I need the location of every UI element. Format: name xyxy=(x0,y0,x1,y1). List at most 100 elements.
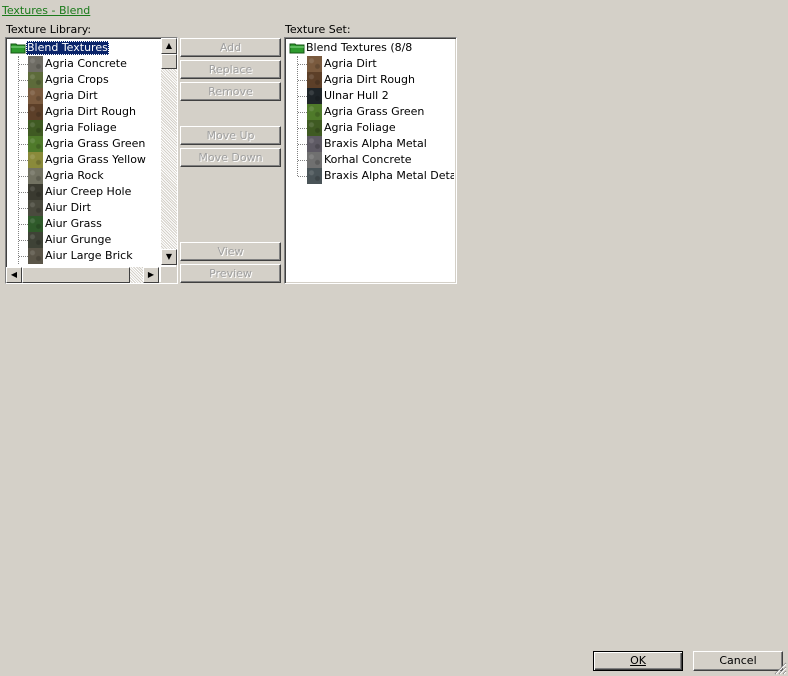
library-item-label: Aiur Grass xyxy=(45,217,102,230)
set-item-label: Braxis Alpha Metal Detail xyxy=(324,169,454,182)
set-item[interactable]: Braxis Alpha Metal Detail xyxy=(287,168,454,184)
tree-line xyxy=(19,96,28,97)
tree-line xyxy=(19,144,28,145)
set-item[interactable]: Ulnar Hull 2 xyxy=(287,88,454,104)
remove-button[interactable]: Remove xyxy=(180,82,281,101)
library-item-label: Agria Crops xyxy=(45,73,109,86)
tree-line xyxy=(19,192,28,193)
set-item-label: Agria Grass Green xyxy=(324,105,425,118)
texture-thumbnail-icon xyxy=(307,120,322,136)
library-item[interactable]: Agria Grass Green xyxy=(8,136,159,152)
texture-thumbnail-icon xyxy=(28,120,43,136)
title-link[interactable]: Textures - Blend xyxy=(2,4,90,17)
set-item[interactable]: Agria Foliage xyxy=(287,120,454,136)
tree-line xyxy=(298,160,307,161)
texture-thumbnail-icon xyxy=(307,168,322,184)
tree-line xyxy=(298,144,307,145)
library-item[interactable]: Agria Rock xyxy=(8,168,159,184)
library-item[interactable]: Agria Dirt xyxy=(8,88,159,104)
tree-line xyxy=(19,224,28,225)
library-item[interactable]: Agria Concrete xyxy=(8,56,159,72)
library-item[interactable]: Agria Dirt Rough xyxy=(8,104,159,120)
replace-button[interactable]: Replace xyxy=(180,60,281,79)
cancel-button[interactable]: Cancel xyxy=(693,651,783,671)
texture-thumbnail-icon xyxy=(28,200,43,216)
library-item[interactable]: Aiur Dirt xyxy=(8,200,159,216)
tree-line xyxy=(298,64,307,65)
library-item-label: Aiur Grunge xyxy=(45,233,112,246)
tree-line xyxy=(298,128,307,129)
set-item[interactable]: Braxis Alpha Metal xyxy=(287,136,454,152)
tree-line xyxy=(19,128,28,129)
library-item[interactable]: Agria Grass Yellow xyxy=(8,152,159,168)
arrow-right-icon[interactable]: ▶ xyxy=(143,267,159,283)
arrow-down-icon[interactable]: ▼ xyxy=(161,249,177,265)
texture-thumbnail-icon xyxy=(28,56,43,72)
texture-thumbnail-icon xyxy=(307,104,322,120)
library-item-label: Aiur Creep Hole xyxy=(45,185,132,198)
scrollbar-corner xyxy=(161,267,177,283)
library-item[interactable]: Aiur Large Brick xyxy=(8,248,159,264)
set-item[interactable]: Agria Grass Green xyxy=(287,104,454,120)
library-item[interactable]: Agria Crops xyxy=(8,72,159,88)
move-down-button[interactable]: Move Down xyxy=(180,148,281,167)
texture-thumbnail-icon xyxy=(307,56,322,72)
library-vscroll-thumb[interactable] xyxy=(161,54,177,69)
tree-line xyxy=(19,240,28,241)
library-item-label: Agria Foliage xyxy=(45,121,117,134)
resize-grip-icon[interactable] xyxy=(774,662,787,675)
tree-line xyxy=(298,96,307,97)
texture-library-tree[interactable]: Blend Textures Agria Concrete Agria Crops… xyxy=(5,37,178,284)
library-item[interactable]: Agria Foliage xyxy=(8,120,159,136)
set-item[interactable]: Agria Dirt xyxy=(287,56,454,72)
library-vertical-scrollbar[interactable]: ▲ ▼ xyxy=(161,38,177,265)
set-item[interactable]: Korhal Concrete xyxy=(287,152,454,168)
library-horizontal-scrollbar[interactable]: ◀ ▶ xyxy=(6,267,159,283)
library-root-label[interactable]: Blend Textures xyxy=(26,41,109,55)
texture-thumbnail-icon xyxy=(307,88,322,104)
set-item-label: Agria Dirt xyxy=(324,57,377,70)
arrow-up-icon[interactable]: ▲ xyxy=(161,38,177,54)
preview-button[interactable]: Preview xyxy=(180,264,281,283)
library-item-label: Agria Concrete xyxy=(45,57,127,70)
library-item-label: Agria Grass Green xyxy=(45,137,146,150)
texture-set-tree[interactable]: Blend Textures (8/8 Agria Dirt Agria Dirt… xyxy=(284,37,457,284)
arrow-left-icon[interactable]: ◀ xyxy=(6,267,22,283)
library-item[interactable]: Aiur Grass xyxy=(8,216,159,232)
texture-set-label: Texture Set: xyxy=(285,23,351,36)
tree-line xyxy=(298,176,307,177)
folder-icon xyxy=(289,43,305,54)
tree-line xyxy=(298,112,307,113)
library-item-label: Aiur Dirt xyxy=(45,201,91,214)
library-item-label: Agria Grass Yellow xyxy=(45,153,146,166)
texture-thumbnail-icon xyxy=(28,248,43,264)
library-item[interactable]: Aiur Grunge xyxy=(8,232,159,248)
tree-line xyxy=(19,208,28,209)
texture-thumbnail-icon xyxy=(28,232,43,248)
library-item-label: Aiur Large Brick xyxy=(45,249,133,262)
move-up-button[interactable]: Move Up xyxy=(180,126,281,145)
texture-thumbnail-icon xyxy=(28,184,43,200)
texture-library-label: Texture Library: xyxy=(6,23,92,36)
tree-line xyxy=(19,80,28,81)
library-item-label: Agria Dirt Rough xyxy=(45,105,136,118)
set-root-label[interactable]: Blend Textures (8/8 xyxy=(305,41,413,55)
add-button[interactable]: Add xyxy=(180,38,281,57)
texture-thumbnail-icon xyxy=(28,216,43,232)
texture-thumbnail-icon xyxy=(28,168,43,184)
set-item-label: Agria Dirt Rough xyxy=(324,73,415,86)
set-item[interactable]: Agria Dirt Rough xyxy=(287,72,454,88)
library-item[interactable]: Aiur Creep Hole xyxy=(8,184,159,200)
tree-line xyxy=(19,176,28,177)
set-item-label: Agria Foliage xyxy=(324,121,396,134)
library-item-label: Agria Dirt xyxy=(45,89,98,102)
tree-line xyxy=(19,160,28,161)
texture-thumbnail-icon xyxy=(307,136,322,152)
texture-thumbnail-icon xyxy=(28,72,43,88)
set-item-label: Korhal Concrete xyxy=(324,153,412,166)
tree-line xyxy=(19,112,28,113)
texture-thumbnail-icon xyxy=(28,88,43,104)
ok-button[interactable]: OK xyxy=(593,651,683,671)
library-hscroll-thumb[interactable] xyxy=(22,267,130,283)
view-button[interactable]: View xyxy=(180,242,281,261)
